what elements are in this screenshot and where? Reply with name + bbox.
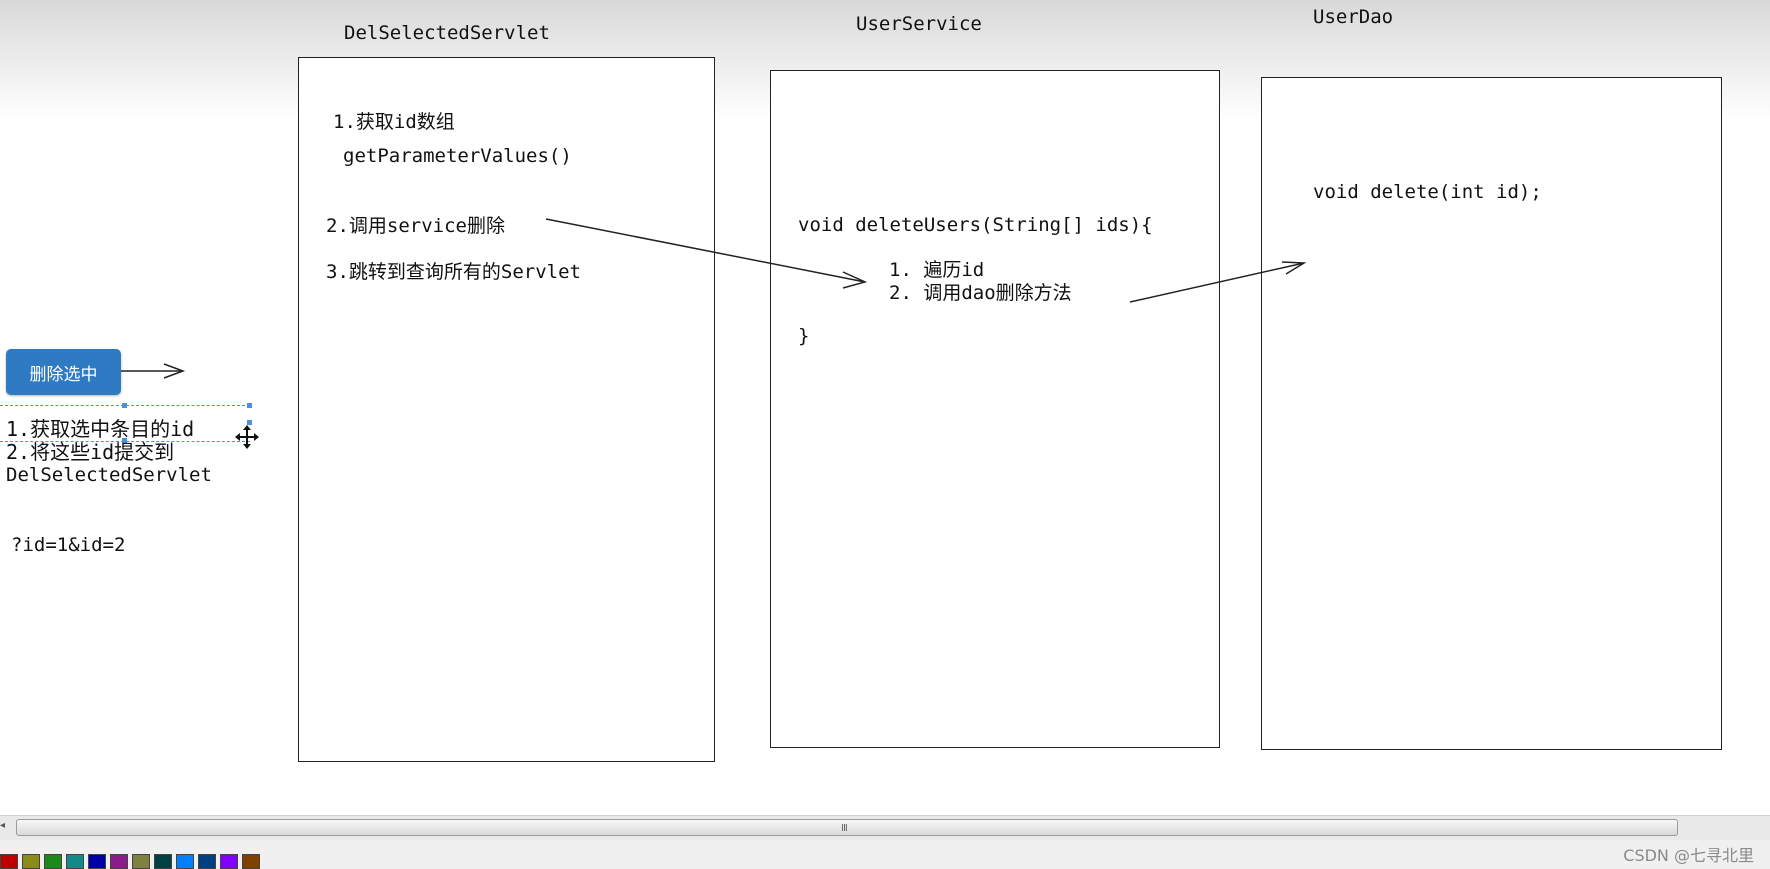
dao-box[interactable] xyxy=(1261,77,1722,750)
palette-swatch[interactable] xyxy=(66,854,84,869)
dao-title: UserDao xyxy=(1313,6,1394,28)
horizontal-scrollbar[interactable]: ◂ III xyxy=(0,815,1770,840)
client-note-line2: 2.将这些id提交到 xyxy=(6,440,175,464)
service-close-brace: } xyxy=(798,325,810,347)
query-string: ?id=1&id=2 xyxy=(11,534,126,556)
selection-handle-corner[interactable] xyxy=(247,403,252,408)
servlet-step1: 1.获取id数组 xyxy=(333,111,455,133)
palette-swatch[interactable] xyxy=(176,854,194,869)
scrollbar-grip: III xyxy=(841,823,848,834)
move-cursor-icon xyxy=(235,425,259,449)
palette-swatch[interactable] xyxy=(132,854,150,869)
servlet-title: DelSelectedServlet xyxy=(344,22,550,44)
palette-swatch[interactable] xyxy=(242,854,260,869)
servlet-step2: 2.调用service删除 xyxy=(326,215,505,237)
palette-swatch[interactable] xyxy=(88,854,106,869)
delete-selected-button[interactable]: 删除选中 xyxy=(6,349,121,395)
selection-handle-top[interactable] xyxy=(122,403,127,408)
service-step1: 1. 遍历id xyxy=(889,259,985,281)
scroll-left-icon[interactable]: ◂ xyxy=(0,820,10,835)
watermark: CSDN @七寻北里 xyxy=(1623,846,1754,865)
servlet-step1-method: getParameterValues() xyxy=(343,145,572,167)
palette-swatch[interactable] xyxy=(44,854,62,869)
diagram-canvas[interactable]: DelSelectedServlet UserService UserDao 1… xyxy=(0,0,1770,815)
service-title: UserService xyxy=(856,13,982,35)
button-arrow xyxy=(121,363,186,379)
service-box[interactable] xyxy=(770,70,1220,748)
servlet-step3: 3.跳转到查询所有的Servlet xyxy=(326,261,581,283)
service-signature: void deleteUsers(String[] ids){ xyxy=(798,214,1153,236)
color-palette xyxy=(0,840,1770,869)
dao-signature: void delete(int id); xyxy=(1313,181,1542,203)
palette-swatch[interactable] xyxy=(0,854,18,869)
palette-swatch[interactable] xyxy=(154,854,172,869)
palette-swatch[interactable] xyxy=(22,854,40,869)
palette-swatch[interactable] xyxy=(110,854,128,869)
palette-swatch[interactable] xyxy=(220,854,238,869)
client-note-line1: 1.获取选中条目的id xyxy=(6,417,195,441)
client-note-line3: DelSelectedServlet xyxy=(6,464,212,486)
scrollbar-thumb[interactable]: III xyxy=(16,819,1678,836)
service-step2: 2. 调用dao删除方法 xyxy=(889,282,1072,304)
palette-swatch[interactable] xyxy=(198,854,216,869)
